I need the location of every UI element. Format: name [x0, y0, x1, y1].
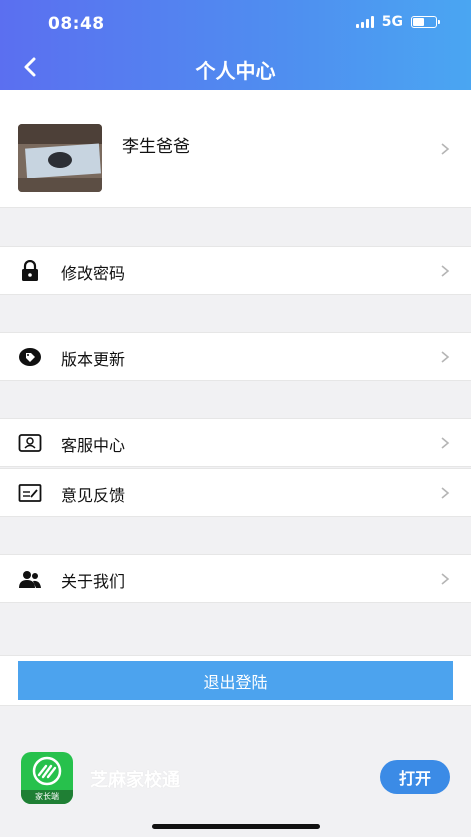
chevron-right-icon: [441, 487, 450, 499]
chevron-right-icon: [441, 265, 450, 277]
home-indicator: [152, 824, 320, 829]
chevron-right-icon: [441, 437, 450, 449]
menu-item-version-update[interactable]: 版本更新: [0, 332, 471, 381]
menu-item-customer-service[interactable]: 客服中心: [0, 418, 471, 467]
app-logo-icon: 家长端: [21, 752, 73, 804]
menu-item-feedback[interactable]: 意见反馈: [0, 468, 471, 517]
logout-button[interactable]: 退出登陆: [18, 661, 453, 700]
status-time: 08:48: [48, 14, 105, 34]
menu-item-label: 客服中心: [61, 436, 126, 455]
support-icon: [18, 434, 42, 452]
menu-item-about-us[interactable]: 关于我们: [0, 554, 471, 603]
users-icon: [19, 571, 41, 588]
menu-item-label: 版本更新: [61, 350, 126, 369]
menu-item-label: 修改密码: [61, 264, 126, 283]
status-indicators: 5G: [355, 14, 440, 30]
network-label: 5G: [381, 14, 403, 30]
menu-item-label: 关于我们: [61, 572, 126, 591]
app-header: 08:48 5G 个人中心: [0, 0, 471, 90]
menu-item-label: 意见反馈: [61, 486, 126, 505]
app-name: 芝麻家校通: [90, 770, 180, 791]
profile-name: 李生爸爸: [122, 137, 190, 157]
feedback-icon: [18, 484, 42, 502]
avatar: [18, 124, 102, 192]
chevron-right-icon: [441, 573, 450, 585]
menu-item-change-password[interactable]: 修改密码: [0, 246, 471, 295]
signal-icon: [355, 16, 374, 28]
app-icon-label: 家长端: [21, 790, 73, 804]
tag-icon: [19, 348, 41, 366]
profile-row[interactable]: 李生爸爸: [0, 90, 471, 208]
lock-icon: [22, 260, 38, 281]
battery-icon: [411, 16, 440, 28]
app-download-banner: 家长端 芝麻家校通 打开: [0, 742, 471, 812]
open-app-button[interactable]: 打开: [380, 760, 450, 794]
chevron-right-icon: [441, 351, 450, 363]
chevron-right-icon: [441, 143, 450, 155]
page-title: 个人中心: [195, 59, 276, 83]
